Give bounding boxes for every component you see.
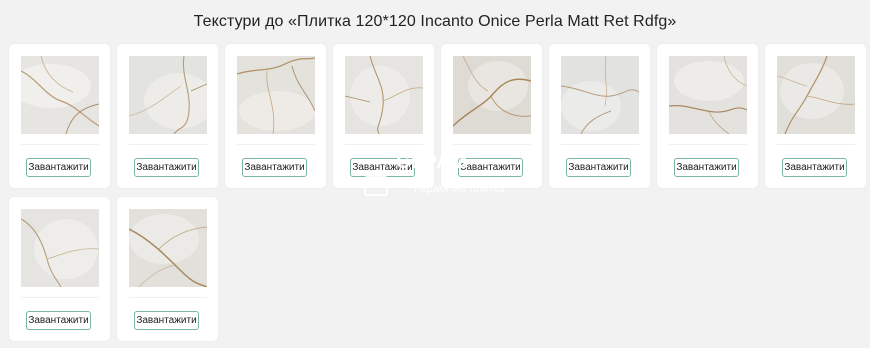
texture-card: Завантажити xyxy=(657,44,758,188)
texture-card: Завантажити xyxy=(549,44,650,188)
download-button[interactable]: Завантажити xyxy=(134,311,199,330)
divider xyxy=(129,144,207,145)
divider xyxy=(777,144,855,145)
divider xyxy=(453,144,531,145)
texture-image xyxy=(345,56,423,134)
texture-image xyxy=(129,209,207,287)
texture-card: Завантажити xyxy=(117,197,218,341)
divider xyxy=(237,144,315,145)
texture-card: Завантажити xyxy=(9,197,110,341)
texture-image xyxy=(21,209,99,287)
divider xyxy=(345,144,423,145)
texture-image xyxy=(777,56,855,134)
texture-card: Завантажити xyxy=(765,44,866,188)
divider xyxy=(129,297,207,298)
texture-image xyxy=(453,56,531,134)
download-button[interactable]: Завантажити xyxy=(350,158,415,177)
texture-image xyxy=(237,56,315,134)
page-title: Текстури до «Плитка 120*120 Incanto Onic… xyxy=(193,13,677,30)
divider xyxy=(21,144,99,145)
texture-card: Завантажити xyxy=(225,44,326,188)
divider xyxy=(561,144,639,145)
texture-image xyxy=(561,56,639,134)
texture-card: Завантажити xyxy=(9,44,110,188)
texture-card: Завантажити xyxy=(333,44,434,188)
texture-card: Завантажити xyxy=(117,44,218,188)
download-button[interactable]: Завантажити xyxy=(134,158,199,177)
download-button[interactable]: Завантажити xyxy=(782,158,847,177)
download-button[interactable]: Завантажити xyxy=(26,311,91,330)
download-button[interactable]: Завантажити xyxy=(566,158,631,177)
texture-image xyxy=(669,56,747,134)
download-button[interactable]: Завантажити xyxy=(242,158,307,177)
texture-image xyxy=(21,56,99,134)
download-button[interactable]: Завантажити xyxy=(26,158,91,177)
divider xyxy=(669,144,747,145)
download-button[interactable]: Завантажити xyxy=(458,158,523,177)
divider xyxy=(21,297,99,298)
texture-card: Завантажити xyxy=(441,44,542,188)
texture-image xyxy=(129,56,207,134)
download-button[interactable]: Завантажити xyxy=(674,158,739,177)
